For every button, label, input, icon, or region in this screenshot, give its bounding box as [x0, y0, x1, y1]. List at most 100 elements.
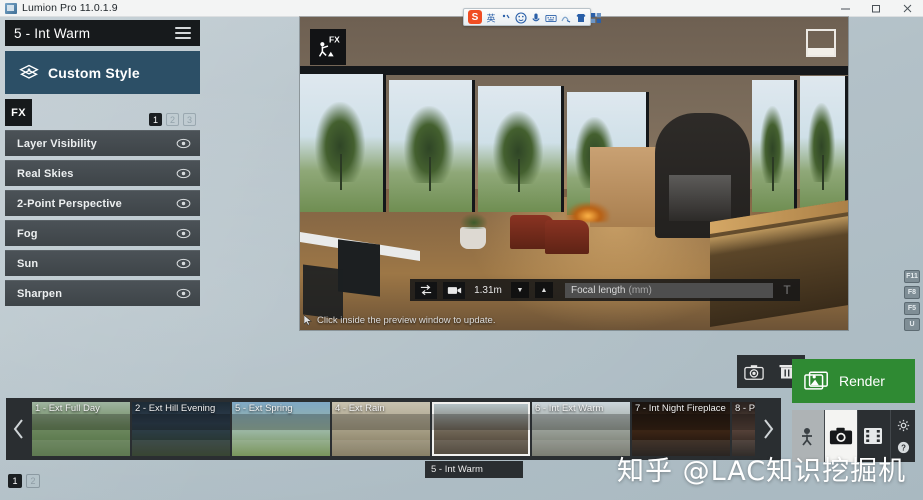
shot-thumbnail-4[interactable]: 4 - Ext Rain	[332, 402, 430, 456]
fx-worker-icon[interactable]: FX	[310, 29, 346, 65]
height-decrement-button[interactable]: ▼	[511, 282, 529, 298]
handwriting-icon[interactable]	[560, 11, 572, 23]
close-button[interactable]	[892, 0, 923, 17]
scene-fireplace-glow	[566, 202, 610, 222]
effect-item-fog[interactable]: Fog	[5, 220, 200, 246]
shot-label: 6 - Int Ext Warm	[535, 403, 604, 414]
sogou-logo-icon[interactable]: S	[468, 10, 482, 24]
svg-text:FX: FX	[329, 34, 340, 44]
eye-icon[interactable]	[176, 138, 191, 149]
compare-arrows-icon[interactable]	[415, 281, 437, 299]
scene-dining-chair	[338, 239, 380, 297]
shot-label: 1 - Ext Full Day	[35, 403, 100, 414]
shortcut-key-f11[interactable]: F11	[904, 270, 920, 283]
shot-label: 4 - Ext Rain	[335, 403, 385, 414]
shortcut-key-u[interactable]: U	[904, 318, 920, 331]
eye-icon[interactable]	[176, 228, 191, 239]
fx-tab-badge[interactable]: FX	[5, 99, 32, 126]
effect-label: Fog	[17, 227, 38, 240]
eye-icon[interactable]	[176, 288, 191, 299]
gear-icon[interactable]	[897, 419, 910, 432]
camera-icon	[829, 426, 853, 446]
effects-page-1[interactable]: 1	[149, 113, 162, 126]
scene-planter	[460, 227, 486, 249]
shot-label: 5 - Ext Spring	[235, 403, 293, 414]
effect-item-layer-visibility[interactable]: Layer Visibility	[5, 130, 200, 156]
effect-item-sun[interactable]: Sun	[5, 250, 200, 276]
shot-list: 1 - Ext Full Day 2 - Ext Hill Evening 5 …	[32, 402, 755, 456]
minimize-button[interactable]	[830, 0, 861, 17]
eye-icon[interactable]	[176, 258, 191, 269]
effects-list: Layer Visibility Real Skies 2-Point Pers…	[5, 130, 200, 306]
fx-tab-row: FX 1 2 3	[5, 99, 200, 127]
render-button-label: Render	[839, 373, 885, 389]
scene-dining-chair	[303, 264, 343, 320]
custom-style-header[interactable]: Custom Style	[5, 51, 200, 94]
camera-height-value: 1.31m	[474, 284, 502, 296]
video-camera-icon[interactable]	[443, 281, 465, 299]
shortcut-key-f5[interactable]: F5	[904, 302, 920, 315]
sogou-ime-toolbar[interactable]: S 英	[463, 8, 601, 26]
keyboard-icon[interactable]	[545, 11, 557, 23]
preview-hint-text: Click inside the preview window to updat…	[317, 315, 496, 326]
effect-label: 2-Point Perspective	[17, 197, 122, 210]
shot-label: 2 - Ext Hill Evening	[135, 403, 216, 414]
effect-item-sharpen[interactable]: Sharpen	[5, 280, 200, 306]
effect-item-real-skies[interactable]: Real Skies	[5, 160, 200, 186]
restore-button[interactable]	[861, 0, 892, 17]
punctuation-icon[interactable]	[500, 11, 512, 23]
shot-thumbnail-3[interactable]: 5 - Ext Spring	[232, 402, 330, 456]
effect-item-2-point-perspective[interactable]: 2-Point Perspective	[5, 190, 200, 216]
toolbox-icon[interactable]	[590, 11, 602, 23]
cursor-icon	[303, 314, 313, 326]
shot-thumbnail-8[interactable]: 8 - Pho	[732, 402, 755, 456]
filmstrip-page-2[interactable]: 2	[26, 474, 40, 488]
window-title: Lumion Pro 11.0.1.9	[22, 2, 118, 14]
shortcut-key-f8[interactable]: F8	[904, 286, 920, 299]
voice-input-icon[interactable]	[530, 11, 542, 23]
eye-icon[interactable]	[176, 168, 191, 179]
custom-style-label: Custom Style	[48, 64, 140, 81]
effect-label: Layer Visibility	[17, 137, 97, 150]
photo-camera-icon[interactable]	[744, 363, 764, 381]
shot-thumbnail-2[interactable]: 2 - Ext Hill Evening	[132, 402, 230, 456]
effect-label: Real Skies	[17, 167, 74, 180]
effects-page-3[interactable]: 3	[183, 113, 196, 126]
focal-length-label: Focal length	[571, 284, 626, 296]
film-icon	[862, 426, 886, 446]
person-icon	[796, 426, 820, 446]
shot-thumbnail-7[interactable]: 7 - Int Night Fireplace	[632, 402, 730, 456]
scene-plant	[460, 213, 488, 229]
viewport-control-bar: 1.31m ▼ ▲ Focal length (mm) T	[410, 279, 800, 301]
style-name-label: 5 - Int Warm	[14, 25, 91, 41]
eye-icon[interactable]	[176, 198, 191, 209]
effect-label: Sun	[17, 257, 39, 270]
layout-frame-icon[interactable]	[806, 29, 836, 57]
selected-shot-caption: 5 - Int Warm	[425, 461, 523, 478]
effect-label: Sharpen	[17, 287, 63, 300]
style-header-bar[interactable]: 5 - Int Warm	[5, 20, 200, 46]
emoji-icon[interactable]	[515, 11, 527, 24]
shot-label: 8 - Pho	[735, 403, 755, 414]
render-button[interactable]: Render	[792, 359, 915, 403]
focal-length-input[interactable]: Focal length (mm)	[565, 282, 773, 298]
style-stack-icon	[19, 63, 39, 83]
chinese-english-toggle-icon[interactable]: 英	[485, 11, 497, 25]
height-increment-button[interactable]: ▲	[535, 282, 553, 298]
shortcut-key-strip: F11 F8 F5 U	[904, 270, 920, 331]
shot-thumbnail-6[interactable]: 6 - Int Ext Warm	[532, 402, 630, 456]
scene-lounge-chair	[545, 220, 589, 254]
window-titlebar: Lumion Pro 11.0.1.9	[0, 0, 923, 17]
chevron-left-icon[interactable]	[6, 398, 32, 460]
watermark-text: 知乎 @LAC知识挖掘机	[617, 456, 907, 487]
filmstrip-page-1[interactable]: 1	[8, 474, 22, 488]
skin-icon[interactable]	[575, 11, 587, 23]
lumion-window: Lumion Pro 11.0.1.9 5 - Int Warm Custom …	[0, 0, 923, 500]
hamburger-icon[interactable]	[175, 26, 191, 40]
shot-thumbnail-5-selected[interactable]	[432, 402, 530, 456]
effects-page-2[interactable]: 2	[166, 113, 179, 126]
style-panel: 5 - Int Warm Custom Style FX 1 2 3 Layer…	[5, 20, 200, 310]
shot-thumbnail-1[interactable]: 1 - Ext Full Day	[32, 402, 130, 456]
preview-viewport[interactable]: FX 1.31m ▼ ▲ Focal length (mm) T Click i…	[300, 17, 848, 330]
focal-t-button[interactable]: T	[779, 283, 795, 297]
